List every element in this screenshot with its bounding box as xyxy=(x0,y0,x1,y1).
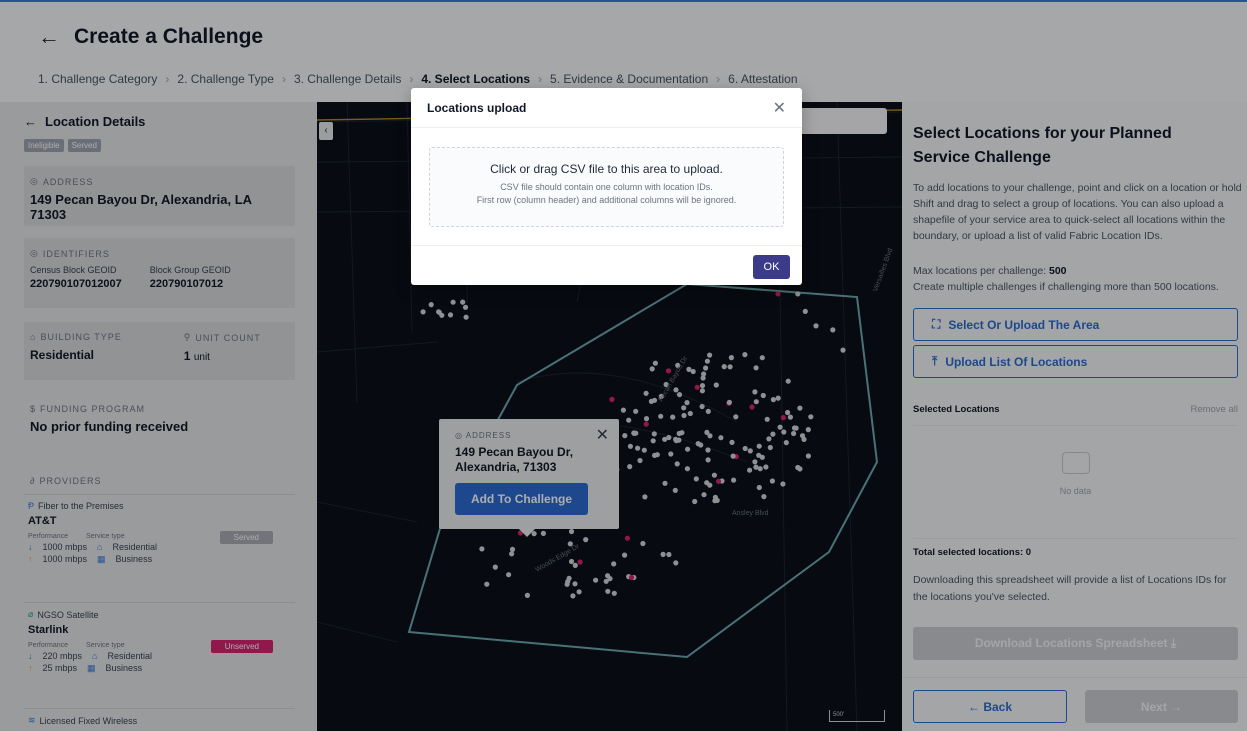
modal-title: Locations upload xyxy=(427,100,527,115)
dropzone-hint-2: First row (column header) and additional… xyxy=(476,195,737,205)
ok-button[interactable]: OK xyxy=(753,255,790,279)
dropzone-hint-1: CSV file should contain one column with … xyxy=(500,182,713,192)
close-icon[interactable]: ✕ xyxy=(773,98,786,118)
locations-upload-modal: Locations upload ✕ Click or drag CSV fil… xyxy=(411,88,802,285)
modal-header: Locations upload ✕ xyxy=(411,88,802,128)
modal-footer: OK xyxy=(411,245,802,285)
dropzone-main-text: Click or drag CSV file to this area to u… xyxy=(490,162,723,176)
csv-dropzone[interactable]: Click or drag CSV file to this area to u… xyxy=(429,147,784,227)
